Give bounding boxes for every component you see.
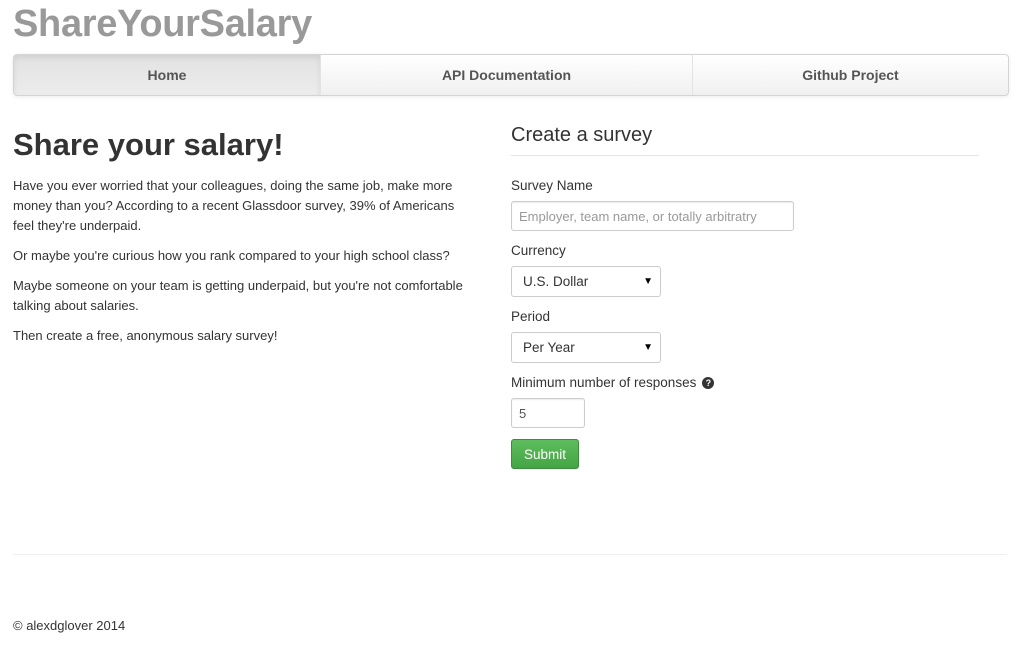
footer-divider — [13, 554, 1007, 555]
question-circle-icon[interactable]: ? — [702, 377, 715, 389]
brand-title[interactable]: ShareYourSalary — [13, 1, 312, 47]
period-selected-value: Per Year — [523, 340, 575, 355]
caret-down-icon: ▼ — [643, 276, 653, 287]
currency-selected-value: U.S. Dollar — [523, 274, 589, 289]
intro-paragraph: Have you ever worried that your colleagu… — [13, 178, 455, 233]
min-responses-field: Minimum number of responses ? — [511, 374, 979, 428]
min-responses-label-row: Minimum number of responses ? — [511, 374, 979, 392]
currency-label: Currency — [511, 243, 566, 258]
min-responses-label: Minimum number of responses — [511, 375, 697, 390]
create-survey-form: Create a survey Survey Name Currency U.S… — [511, 120, 979, 469]
caret-down-icon: ▼ — [643, 342, 653, 353]
period-label: Period — [511, 309, 551, 324]
survey-name-label: Survey Name — [511, 178, 593, 193]
intro-paragraph: Then create a free, anonymous salary sur… — [13, 328, 278, 343]
nav-item-home[interactable]: Home — [14, 55, 320, 95]
nav-item-api-documentation[interactable]: API Documentation — [320, 55, 692, 95]
currency-field: Currency U.S. Dollar ▼ — [511, 242, 979, 297]
nav-item-github-project[interactable]: Github Project — [692, 55, 1008, 95]
intro-section: Share your salary! Have you ever worried… — [13, 125, 473, 356]
period-select[interactable]: Per Year ▼ — [511, 332, 661, 363]
footer-copyright: © alexdglover 2014 — [13, 618, 126, 633]
currency-select[interactable]: U.S. Dollar ▼ — [511, 266, 661, 297]
intro-title: Share your salary! — [13, 127, 284, 162]
submit-button[interactable]: Submit — [511, 439, 580, 469]
period-field: Period Per Year ▼ — [511, 308, 979, 363]
page: ShareYourSalary Home API Documentation G… — [0, 0, 1024, 654]
intro-paragraph: Maybe someone on your team is getting un… — [13, 278, 463, 313]
form-title: Create a survey — [511, 120, 979, 156]
survey-name-input[interactable] — [511, 201, 794, 231]
navbar: Home API Documentation Github Project — [13, 54, 1009, 96]
intro-paragraph: Or maybe you're curious how you rank com… — [13, 248, 450, 263]
min-responses-input[interactable] — [511, 398, 585, 428]
survey-name-field: Survey Name — [511, 177, 979, 231]
